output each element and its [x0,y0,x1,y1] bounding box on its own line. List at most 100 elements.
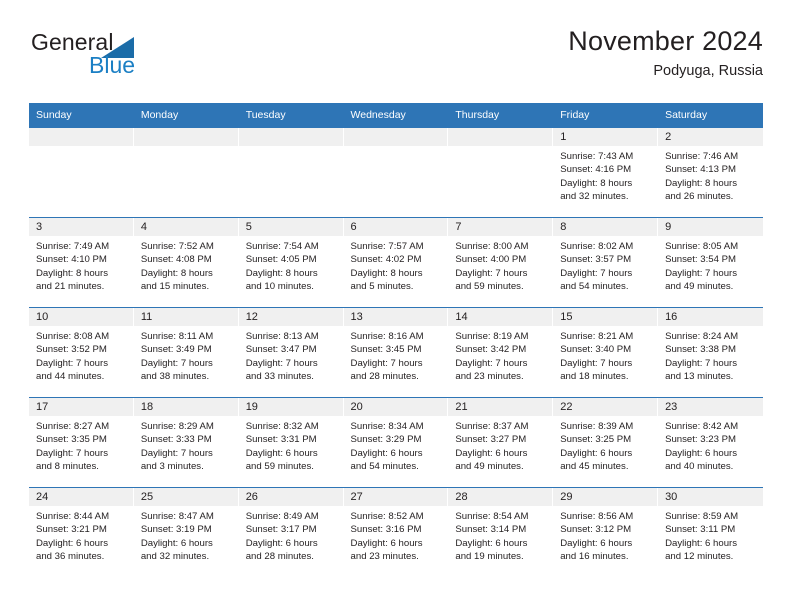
day-number: 23 [658,398,763,416]
day-details: Sunrise: 8:24 AM Sunset: 3:38 PM Daylight:… [658,326,763,384]
sunset-text: Sunset: 3:33 PM [140,434,212,446]
day-details: Sunrise: 7:57 AM Sunset: 4:02 PM Daylight:… [344,236,449,294]
calendar-day-cell[interactable]: 11 Sunrise: 8:11 AM Sunset: 3:49 PM Dayligh… [133,307,239,398]
calendar-day-cell[interactable]: 10 Sunrise: 8:08 AM Sunset: 3:52 PM Dayligh… [29,307,134,398]
daylight-text-line1: Daylight: 7 hours [245,357,318,369]
day-number: 12 [238,308,344,326]
calendar-day-cell[interactable]: 25 Sunrise: 8:47 AM Sunset: 3:19 PM Dayligh… [133,487,239,578]
day-details: Sunrise: 8:29 AM Sunset: 3:33 PM Daylight:… [134,416,239,474]
day-details: Sunrise: 8:21 AM Sunset: 3:40 PM Daylight:… [553,326,658,384]
calendar-day-cell[interactable]: 7 Sunrise: 8:00 AM Sunset: 4:00 PM Daylight… [448,217,554,308]
brand-logo[interactable]: General Blue [29,26,249,82]
calendar-week-row: 3 Sunrise: 7:49 AM Sunset: 4:10 PM Daylight… [29,217,763,308]
calendar-day-cell[interactable]: 28 Sunrise: 8:54 AM Sunset: 3:14 PM Dayligh… [448,487,554,578]
calendar-day-cell[interactable]: 3 Sunrise: 7:49 AM Sunset: 4:10 PM Daylight… [29,217,134,308]
sunrise-text: Sunrise: 8:29 AM [140,421,214,432]
calendar-day-cell[interactable]: 17 Sunrise: 8:27 AM Sunset: 3:35 PM Dayligh… [29,397,134,488]
calendar-day-cell[interactable]: 8 Sunrise: 8:02 AM Sunset: 3:57 PM Daylight… [553,217,659,308]
daylight-text-line1: Daylight: 8 hours [140,267,213,279]
daylight-text-line2: and 38 minutes. [140,371,210,383]
daylight-text-line2: and 8 minutes. [36,461,99,473]
calendar-day-cell[interactable]: 21 Sunrise: 8:37 AM Sunset: 3:27 PM Dayligh… [448,397,554,488]
weekday-header-monday: Monday [133,103,239,128]
daylight-text-line1: Daylight: 7 hours [36,447,108,459]
calendar-day-cell[interactable]: 24 Sunrise: 8:44 AM Sunset: 3:21 PM Dayligh… [29,487,134,578]
day-number: 30 [658,488,763,506]
calendar-day-cell[interactable]: 19 Sunrise: 8:32 AM Sunset: 3:31 PM Dayligh… [238,397,344,488]
day-number: 19 [238,398,344,416]
calendar-week-row: 24 Sunrise: 8:44 AM Sunset: 3:21 PM Dayligh… [29,487,763,578]
sunrise-text: Sunrise: 7:52 AM [140,241,214,252]
calendar-day-cell[interactable]: 27 Sunrise: 8:52 AM Sunset: 3:16 PM Dayligh… [343,487,449,578]
daylight-text-line1: Daylight: 6 hours [665,447,738,459]
day-details: Sunrise: 8:59 AM Sunset: 3:11 PM Daylight:… [658,506,763,564]
sunset-text: Sunset: 3:35 PM [36,434,107,446]
sunrise-text: Sunrise: 8:24 AM [665,331,739,342]
day-details: Sunrise: 8:39 AM Sunset: 3:25 PM Daylight:… [553,416,658,474]
calendar-day-cell[interactable]: 15 Sunrise: 8:21 AM Sunset: 3:40 PM Dayligh… [553,307,659,398]
daylight-text-line2: and 23 minutes. [350,551,419,563]
day-number: 11 [133,308,239,326]
day-details: Sunrise: 8:54 AM Sunset: 3:14 PM Daylight:… [448,506,553,564]
daylight-text-line2: and 5 minutes. [350,281,414,293]
daylight-text-line1: Daylight: 7 hours [140,357,213,369]
day-number: 18 [133,398,239,416]
day-number: 25 [133,488,239,506]
calendar-day-cell[interactable]: 30 Sunrise: 8:59 AM Sunset: 3:11 PM Dayligh… [658,487,763,578]
calendar-day-cell[interactable]: 20 Sunrise: 8:34 AM Sunset: 3:29 PM Dayligh… [343,397,449,488]
day-details: Sunrise: 8:11 AM Sunset: 3:49 PM Daylight:… [134,326,239,384]
day-number: 7 [448,218,554,236]
day-number [238,128,344,146]
day-details: Sunrise: 8:47 AM Sunset: 3:19 PM Daylight:… [134,506,239,564]
calendar-day-cell[interactable]: 5 Sunrise: 7:54 AM Sunset: 4:05 PM Daylight… [238,217,344,308]
daylight-text-line1: Daylight: 6 hours [665,537,738,549]
daylight-text-line1: Daylight: 8 hours [560,177,633,189]
calendar-day-cell[interactable]: 1 Sunrise: 7:43 AM Sunset: 4:16 PM Daylight… [553,127,659,218]
daylight-text-line1: Daylight: 7 hours [560,357,633,369]
daylight-text-line2: and 26 minutes. [665,191,734,203]
daylight-text-line1: Daylight: 6 hours [455,447,528,459]
daylight-text-line1: Daylight: 8 hours [36,267,108,279]
sunrise-text: Sunrise: 8:56 AM [560,511,634,522]
calendar-day-cell[interactable]: 22 Sunrise: 8:39 AM Sunset: 3:25 PM Dayligh… [553,397,659,488]
page-title: November 2024 [568,26,763,56]
day-number: 15 [553,308,659,326]
day-number: 5 [238,218,344,236]
daylight-text-line2: and 59 minutes. [455,281,524,293]
calendar-day-cell[interactable]: 6 Sunrise: 7:57 AM Sunset: 4:02 PM Daylight… [343,217,449,308]
calendar-day-cell[interactable]: 2 Sunrise: 7:46 AM Sunset: 4:13 PM Daylight… [658,127,763,218]
sunrise-text: Sunrise: 8:11 AM [140,331,214,342]
calendar-day-cell[interactable]: 12 Sunrise: 8:13 AM Sunset: 3:47 PM Dayligh… [238,307,344,398]
sunrise-text: Sunrise: 8:37 AM [455,421,529,432]
sunrise-text: Sunrise: 8:52 AM [350,511,424,522]
calendar-day-cell[interactable]: 14 Sunrise: 8:19 AM Sunset: 3:42 PM Dayligh… [448,307,554,398]
calendar-day-cell[interactable]: 9 Sunrise: 8:05 AM Sunset: 3:54 PM Daylight… [658,217,763,308]
sunrise-text: Sunrise: 8:44 AM [36,511,110,522]
day-number: 9 [658,218,763,236]
daylight-text-line2: and 21 minutes. [36,281,105,293]
sunset-text: Sunset: 3:42 PM [455,344,527,356]
calendar-day-cell[interactable]: 26 Sunrise: 8:49 AM Sunset: 3:17 PM Dayligh… [238,487,344,578]
daylight-text-line1: Daylight: 7 hours [665,357,738,369]
daylight-text-line2: and 19 minutes. [455,551,524,563]
day-details: Sunrise: 8:05 AM Sunset: 3:54 PM Daylight:… [658,236,763,294]
calendar-day-cell[interactable]: 23 Sunrise: 8:42 AM Sunset: 3:23 PM Dayligh… [658,397,763,488]
calendar-day-cell[interactable]: 18 Sunrise: 8:29 AM Sunset: 3:33 PM Dayligh… [133,397,239,488]
calendar-day-cell[interactable]: 13 Sunrise: 8:16 AM Sunset: 3:45 PM Dayligh… [343,307,449,398]
daylight-text-line2: and 10 minutes. [245,281,314,293]
daylight-text-line2: and 36 minutes. [36,551,105,563]
daylight-text-line2: and 16 minutes. [560,551,629,563]
day-number: 27 [343,488,449,506]
calendar-day-cell[interactable]: 16 Sunrise: 8:24 AM Sunset: 3:38 PM Dayligh… [658,307,763,398]
sunrise-text: Sunrise: 8:05 AM [665,241,739,252]
sunset-text: Sunset: 3:27 PM [455,434,527,446]
calendar-day-cell[interactable]: 29 Sunrise: 8:56 AM Sunset: 3:12 PM Dayligh… [553,487,659,578]
day-number: 21 [448,398,554,416]
sunrise-text: Sunrise: 8:34 AM [350,421,424,432]
sunset-text: Sunset: 3:31 PM [245,434,317,446]
sunrise-text: Sunrise: 8:02 AM [560,241,634,252]
calendar-day-cell-empty [133,127,239,218]
calendar-day-cell[interactable]: 4 Sunrise: 7:52 AM Sunset: 4:08 PM Daylight… [133,217,239,308]
daylight-text-line2: and 49 minutes. [665,281,734,293]
day-number: 16 [658,308,763,326]
